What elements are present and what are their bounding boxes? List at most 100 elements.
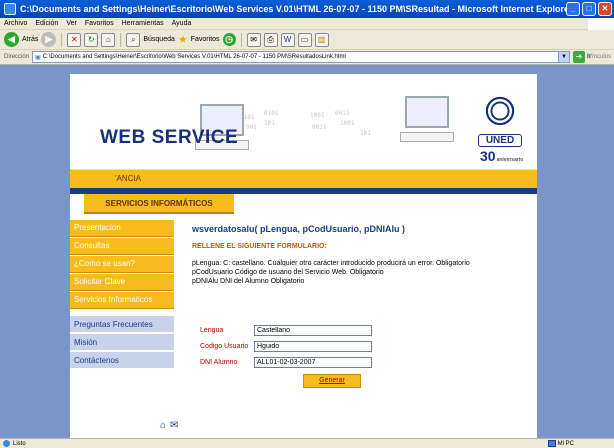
form-row-lengua: Lengua (200, 325, 372, 336)
sidebar-item-preguntas-frecuentes[interactable]: Preguntas Frecuentes (70, 316, 174, 333)
sidebar-nav: Presentacion Consultas ¿Como se usan? So… (70, 220, 174, 370)
menu-archivo[interactable]: Archivo (4, 20, 27, 27)
toolbar-separator (120, 32, 122, 47)
sidebar-item-contactenos[interactable]: Contáctenos (70, 352, 174, 369)
edit-word-icon[interactable]: W (280, 32, 295, 47)
window-title: C:\Documents and Settings\Heiner\Escrito… (20, 4, 573, 14)
codigo-usuario-input[interactable] (254, 341, 372, 352)
toolbar-separator (240, 32, 242, 47)
anniversary-label: aniversario (496, 157, 524, 163)
binary-text: 0101 (264, 110, 279, 117)
binary-text: 101 (264, 120, 275, 127)
security-zone: Mi PC (547, 440, 574, 447)
page-status-icon (3, 440, 10, 447)
param-lengua-desc: pLengua: C: castellano. Cualquier otro c… (192, 260, 470, 267)
window-controls: _ □ ✕ (566, 2, 612, 16)
binary-text: 0011 (312, 124, 327, 131)
search-label[interactable]: Búsqueda (143, 36, 175, 43)
favorites-star-icon[interactable]: ★ (178, 33, 188, 46)
menu-edicion[interactable]: Edición (35, 20, 58, 27)
form-row-dni: DNI Alumno (200, 357, 372, 368)
form-instructions: RELLENE EL SIGUIENTE FORMULARIO: (192, 243, 327, 250)
search-icon[interactable]: ⌕ (126, 32, 141, 47)
codigo-usuario-label: Codigo Usuario (200, 343, 249, 350)
menu-bar: Archivo Edición Ver Favoritos Herramient… (0, 18, 614, 30)
site-brand: WEB SERVICE (100, 127, 239, 148)
close-button[interactable]: ✕ (598, 2, 612, 16)
menu-herramientas[interactable]: Herramientas (122, 20, 164, 27)
binary-text: 1001 (310, 112, 325, 119)
stop-icon[interactable]: ✕ (67, 32, 82, 47)
uned-logo-text: UNED (478, 134, 522, 147)
sidebar-item-mision[interactable]: Misión (70, 334, 174, 351)
dni-alumno-label: DNI Alumno (200, 359, 238, 366)
footer-icons: ⌂ ✉ (160, 420, 178, 431)
monitor-shape (405, 96, 449, 128)
address-input[interactable]: ▣ C:\Documents and Settings\Heiner\Escri… (32, 51, 571, 63)
zone-label: Mi PC (557, 440, 574, 447)
status-bar: Listo Mi PC (0, 438, 614, 448)
binary-text: 0011 (335, 110, 350, 117)
computer-right-icon (400, 96, 454, 144)
dni-alumno-input[interactable] (254, 357, 372, 368)
param-dnialu-desc: pDNIAlu DNI del Alumno Obligatorio (192, 278, 305, 285)
ie-logo-icon (4, 3, 16, 15)
status-text: Listo (13, 440, 26, 447)
discuss-icon[interactable]: ▭ (297, 32, 312, 47)
binary-text: 101 (360, 130, 371, 137)
computer-zone-icon (547, 440, 556, 447)
page-icon: ▣ (35, 54, 41, 61)
menu-ayuda[interactable]: Ayuda (172, 20, 192, 27)
menu-favoritos[interactable]: Favoritos (85, 20, 114, 27)
sidebar-item-servicios-informaticos[interactable]: Servicios Informaticos (70, 292, 174, 309)
mail-icon[interactable]: ✉ (170, 420, 178, 431)
home-icon[interactable]: ⌂ (160, 420, 166, 431)
toolbar-separator (61, 32, 63, 47)
site-header: 0101 0101 1001 0011 001 101 0011 1001 10… (70, 74, 537, 170)
uned-globe-icon (478, 89, 522, 133)
keyboard-shape (400, 132, 454, 142)
refresh-icon[interactable]: ↻ (84, 32, 99, 47)
main-content: wsverdatosalu( pLengua, pCodUsuario, pDN… (192, 224, 527, 286)
back-arrow-icon[interactable]: ◀ (4, 32, 19, 47)
function-signature: wsverdatosalu( pLengua, pCodUsuario, pDN… (192, 224, 406, 234)
forward-arrow-icon[interactable]: ▶ (41, 32, 57, 47)
maximize-button[interactable]: □ (582, 2, 596, 16)
anniversary-badge: 30aniversario (480, 148, 523, 164)
anniversary-number: 30 (480, 148, 496, 164)
lengua-input[interactable] (254, 325, 372, 336)
site-panel: 0101 0101 1001 0011 001 101 0011 1001 10… (70, 74, 537, 438)
address-label: Dirección (4, 54, 30, 60)
back-label[interactable]: Atrás (22, 36, 38, 43)
home-toolbar-icon[interactable]: ⌂ (101, 32, 116, 47)
window-titlebar[interactable]: C:\Documents and Settings\Heiner\Escrito… (0, 0, 614, 18)
toolbar: ◀ Atrás ▶ ✕ ↻ ⌂ ⌕ Búsqueda ★ Favoritos ◷… (0, 30, 614, 50)
sidebar-item-presentacion[interactable]: Presentacion (70, 220, 174, 237)
lengua-label: Lengua (200, 327, 224, 334)
sidebar-item-solicitar-clave[interactable]: Solicitar Clave (70, 274, 174, 291)
chevron-down-icon[interactable]: ▼ (558, 52, 570, 62)
sidebar-item-consultas[interactable]: Consultas (70, 238, 174, 255)
address-bar: Dirección ▣ C:\Documents and Settings\He… (0, 50, 614, 65)
history-icon[interactable]: ◷ (222, 33, 236, 46)
generar-button[interactable]: Generar (303, 374, 361, 388)
menu-ver[interactable]: Ver (66, 20, 77, 27)
address-value: C:\Documents and Settings\Heiner\Escrito… (42, 54, 346, 60)
research-icon[interactable]: ▥ (314, 32, 329, 47)
minimize-button[interactable]: _ (566, 2, 580, 16)
windows-logo-icon (588, 18, 614, 30)
sidebar-item-como-se-usan[interactable]: ¿Como se usan? (70, 256, 174, 273)
tab-servicios-informaticos[interactable]: SERVICIOS INFORMÁTICOS (84, 194, 234, 214)
links-label[interactable]: Vínculos (588, 54, 611, 60)
form-row-codigo: Codigo Usuario (200, 341, 372, 352)
mail-toolbar-icon[interactable]: ✉ (246, 32, 261, 47)
page-viewport: 0101 0101 1001 0011 001 101 0011 1001 10… (0, 66, 614, 438)
param-codusuario-desc: pCodUsuario Código de usuario del Servic… (192, 269, 384, 276)
go-arrow-icon[interactable]: ➜ (573, 51, 586, 63)
binary-text: 1001 (340, 120, 355, 127)
banner-text: 'ANCIA (115, 174, 141, 183)
print-icon[interactable]: ⎙ (263, 32, 278, 47)
favorites-label[interactable]: Favoritos (191, 36, 220, 43)
param-description: pLengua: C: castellano. Cualquier otro c… (192, 259, 527, 286)
banner-band: 'ANCIA (70, 170, 537, 188)
